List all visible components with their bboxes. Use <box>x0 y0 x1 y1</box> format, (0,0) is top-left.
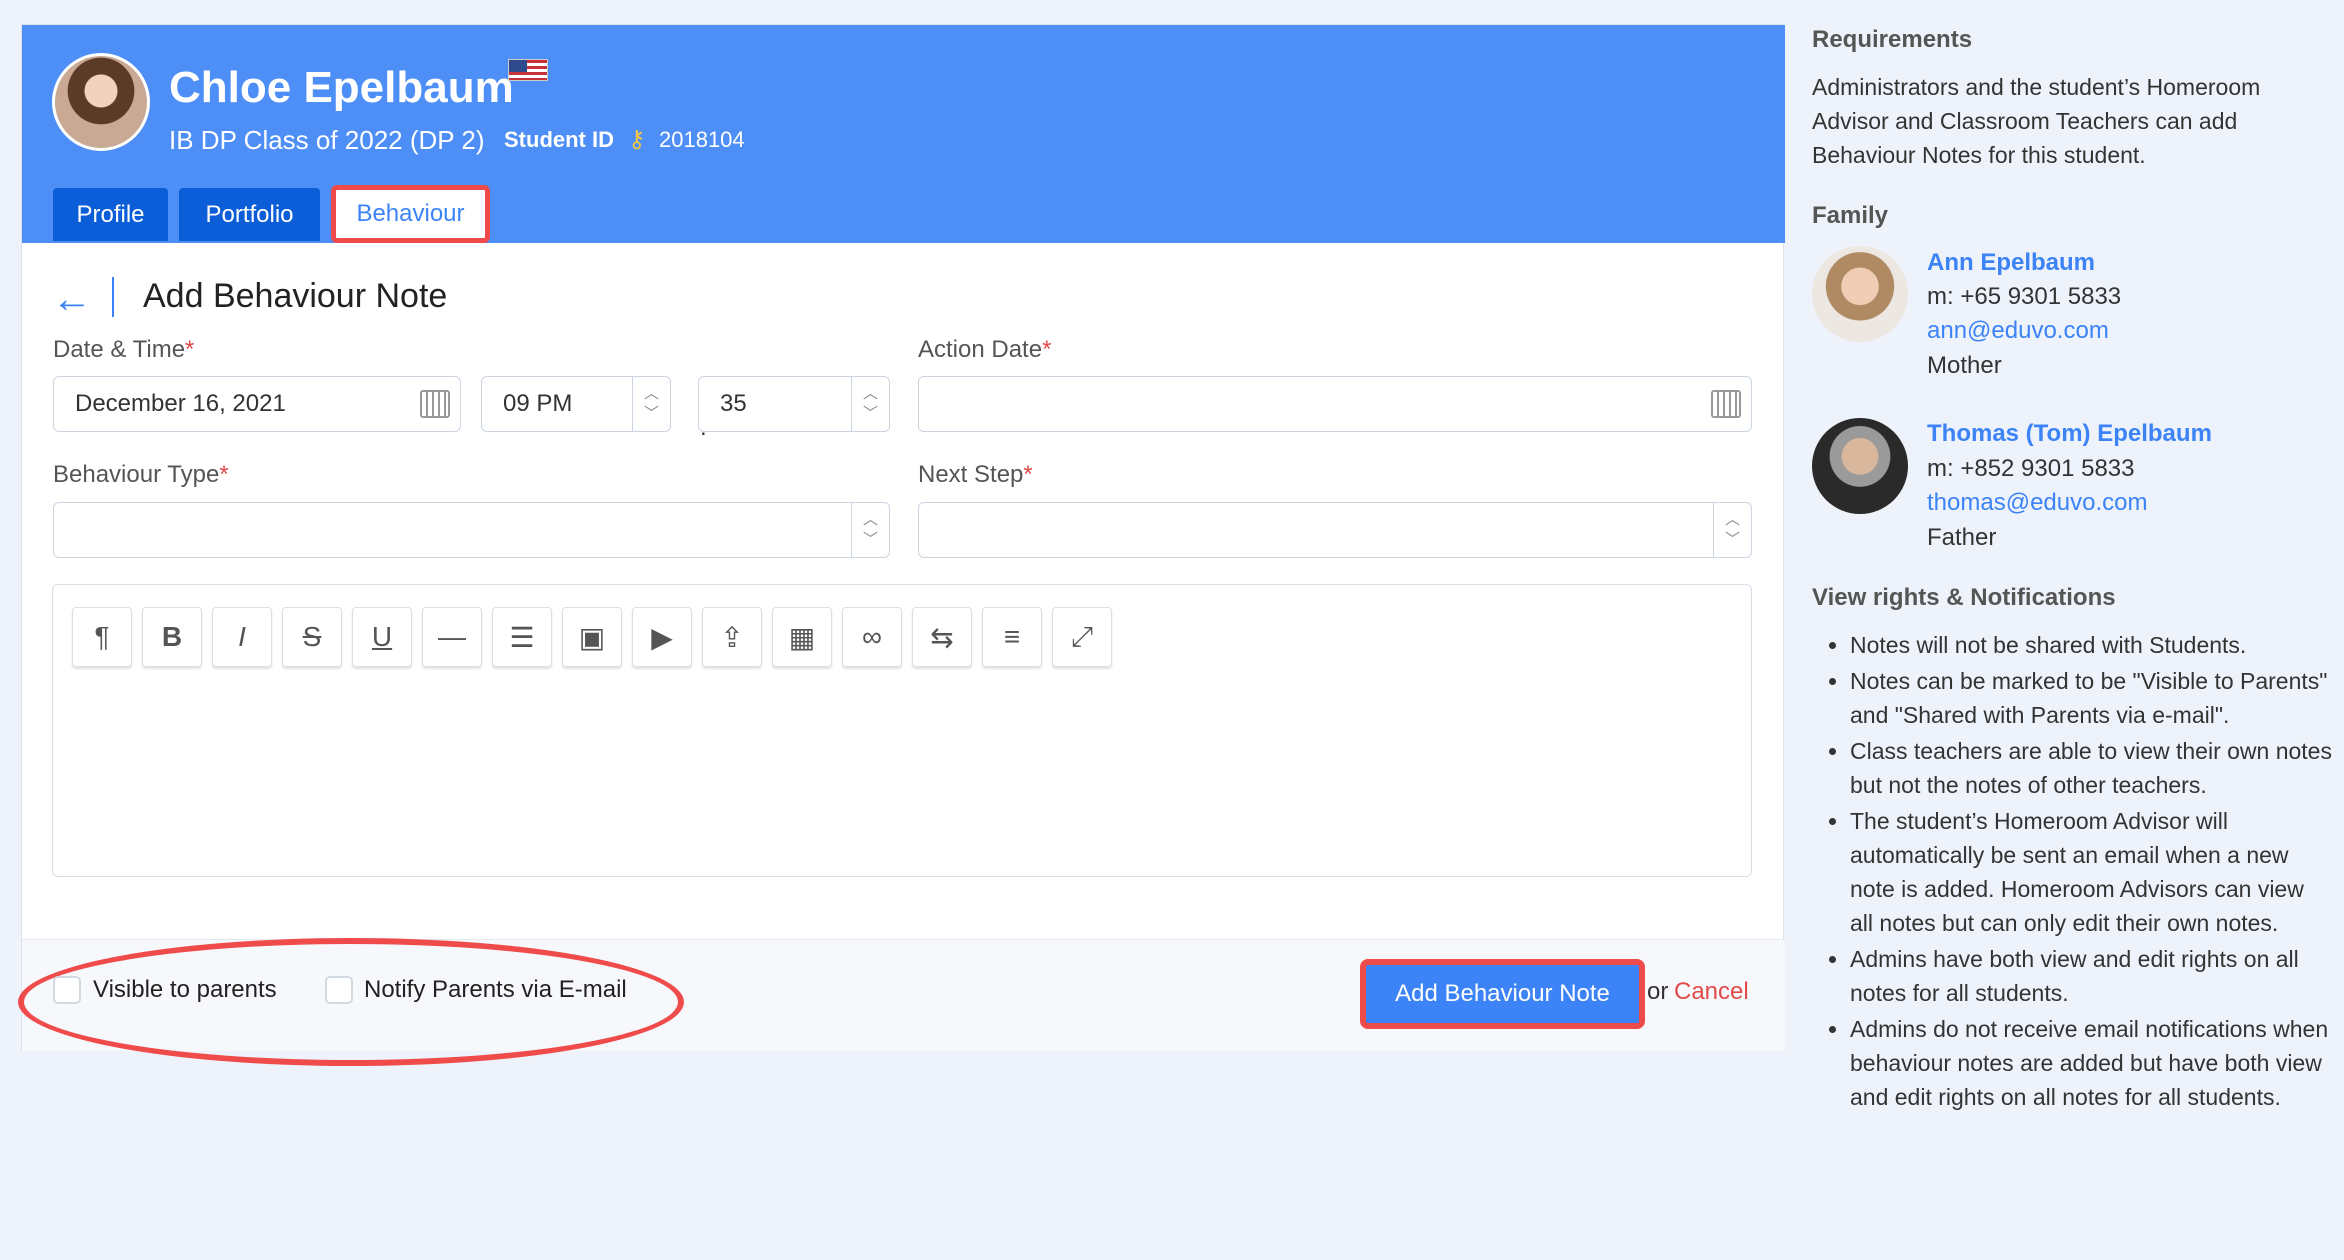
fullscreen-icon[interactable]: ⤢ <box>1052 607 1112 667</box>
visible-to-parents-checkbox[interactable] <box>53 976 81 1004</box>
italic-icon[interactable]: I <box>212 607 272 667</box>
list-item: Notes will not be shared with Students. <box>1850 628 2332 662</box>
requirements-title: Requirements <box>1812 26 1973 53</box>
family-member-name[interactable]: Ann Epelbaum <box>1927 249 2095 277</box>
calendar-icon[interactable] <box>420 390 450 418</box>
behaviour-type-label: Behaviour Type* <box>53 461 229 488</box>
family-member-email[interactable]: ann@eduvo.com <box>1927 317 2109 345</box>
minute-value: 35 <box>720 390 747 417</box>
date-value: December 16, 2021 <box>75 390 286 417</box>
date-input[interactable]: December 16, 2021 <box>53 376 461 432</box>
list-item: Notes can be marked to be "Visible to Pa… <box>1850 664 2332 732</box>
back-arrow-icon[interactable]: ← <box>52 279 92 319</box>
paragraph-icon[interactable]: ¶ <box>72 607 132 667</box>
visible-to-parents-label: Visible to parents <box>93 976 277 1003</box>
list-item: The student’s Homeroom Advisor will auto… <box>1850 804 2332 940</box>
next-step-spinner[interactable]: ︿ ﹀ <box>1713 503 1751 557</box>
page-title: Add Behaviour Note <box>143 277 448 315</box>
family-member-phone: m: +65 9301 5833 <box>1927 283 2122 310</box>
list-item: Admins do not receive email notification… <box>1850 1012 2332 1114</box>
tab-profile[interactable]: Profile <box>53 188 168 241</box>
underline-icon[interactable]: U <box>352 607 412 667</box>
swap-icon[interactable]: ⇆ <box>912 607 972 667</box>
mother-avatar <box>1812 246 1908 342</box>
datetime-label: Date & Time* <box>53 336 195 363</box>
list-item: Admins have both view and edit rights on… <box>1850 942 2332 1010</box>
family-member-email[interactable]: thomas@eduvo.com <box>1927 489 2147 517</box>
behaviour-type-spinner[interactable]: ︿ ﹀ <box>851 503 889 557</box>
rights-title: View rights & Notifications <box>1812 584 2116 611</box>
table-icon[interactable]: ▦ <box>772 607 832 667</box>
father-avatar <box>1812 418 1908 514</box>
image-icon[interactable]: ▣ <box>562 607 622 667</box>
upload-icon[interactable]: ⇪ <box>702 607 762 667</box>
title-divider <box>112 277 114 317</box>
action-date-label: Action Date* <box>918 336 1052 363</box>
family-member-name[interactable]: Thomas (Tom) Epelbaum <box>1927 420 2212 448</box>
next-step-label: Next Step* <box>918 461 1033 488</box>
student-name: Chloe Epelbaum <box>169 63 514 112</box>
minute-spinner[interactable]: ︿ ﹀ <box>851 377 889 431</box>
video-icon[interactable]: ▶ <box>632 607 692 667</box>
behaviour-type-select[interactable]: ︿ ﹀ <box>53 502 890 558</box>
behaviour-card: Chloe Epelbaum IB DP Class of 2022 (DP 2… <box>18 24 1785 1066</box>
us-flag-icon <box>508 59 548 81</box>
requirements-text: Administrators and the student’s Homeroo… <box>1812 74 2261 168</box>
tab-portfolio[interactable]: Portfolio <box>179 188 320 241</box>
notify-parents-checkbox[interactable] <box>325 976 353 1004</box>
align-icon[interactable]: ≡ <box>982 607 1042 667</box>
hour-spinner[interactable]: ︿ ﹀ <box>632 377 670 431</box>
action-date-input[interactable] <box>918 376 1752 432</box>
add-behaviour-note-button[interactable]: Add Behaviour Note <box>1360 959 1645 1029</box>
family-member-relation: Mother <box>1927 352 2002 379</box>
list-icon[interactable]: ☰ <box>492 607 552 667</box>
hour-select[interactable]: 09 PM ︿ ﹀ <box>481 376 671 432</box>
hour-value: 09 PM <box>503 390 573 417</box>
family-title: Family <box>1812 202 1889 229</box>
cancel-link[interactable]: Cancel <box>1674 978 1749 1006</box>
minute-select[interactable]: 35 ︿ ﹀ <box>698 376 890 432</box>
or-text: or <box>1647 978 1669 1005</box>
family-member-phone: m: +852 9301 5833 <box>1927 455 2135 482</box>
strikethrough-icon[interactable]: S <box>282 607 342 667</box>
family-member-relation: Father <box>1927 524 1997 551</box>
student-id-value: 2018104 <box>659 127 745 152</box>
list-item: Class teachers are able to view their ow… <box>1850 734 2332 802</box>
next-step-select[interactable]: ︿ ﹀ <box>918 502 1752 558</box>
student-avatar <box>52 53 150 151</box>
student-class: IB DP Class of 2022 (DP 2) <box>169 125 485 155</box>
student-id-label: Student ID <box>504 127 614 152</box>
tab-behaviour[interactable]: Behaviour <box>331 185 490 243</box>
rights-list: Notes will not be shared with Students. … <box>1812 628 2332 1116</box>
bold-icon[interactable]: B <box>142 607 202 667</box>
key-icon: ⚷ <box>628 126 646 153</box>
student-header: Chloe Epelbaum IB DP Class of 2022 (DP 2… <box>22 25 1785 243</box>
notify-parents-label: Notify Parents via E-mail <box>364 976 627 1003</box>
horizontal-rule-icon[interactable]: — <box>422 607 482 667</box>
calendar-icon[interactable] <box>1711 390 1741 418</box>
link-icon[interactable]: ∞ <box>842 607 902 667</box>
